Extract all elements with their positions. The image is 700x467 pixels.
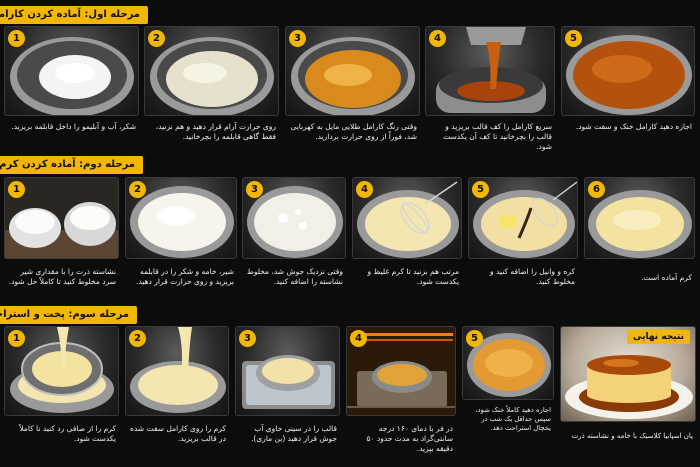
s3-step1: 1 کرم را از صافی رد کنید تا کاملاً یکدست… xyxy=(4,326,119,464)
step-number-badge: 5 xyxy=(472,181,489,198)
s3-step3: 3 قالب را در سینی حاوی آب جوش قرار دهید … xyxy=(235,326,340,464)
step-number-badge: 3 xyxy=(289,30,306,47)
step-number-badge: 2 xyxy=(129,330,146,347)
s2-step5: 5 کره و وانیل را اضافه کنید و مخلوط کنید… xyxy=(468,177,578,302)
step-caption: در فر با دمای ۱۶۰ درجه سانتی‌گراد به مدت… xyxy=(366,424,453,453)
s2-step3: 3 وقتی نزدیک جوش شد، مخلوط نشاسته را اضا… xyxy=(242,177,346,302)
step-caption: شکر، آب و آبلیمو را داخل قابلمه بریزید. xyxy=(11,122,136,131)
s1-step4: 4 سریع کارامل را کف قالب بریزید و قالب ر… xyxy=(425,26,555,151)
step-caption: شیر، خامه و شکر را در قابلمه بریزید و رو… xyxy=(136,267,234,286)
step-number-badge: 1 xyxy=(8,181,25,198)
step-caption: اجازه دهید کارامل خنک و سفت شود. xyxy=(575,122,692,131)
step-number-badge: 2 xyxy=(148,30,165,47)
step-caption: روی حرارت آرام قرار دهید و هم نزنید، فقط… xyxy=(155,122,276,141)
step-number-badge: 5 xyxy=(466,330,483,347)
step-number-badge: 4 xyxy=(356,181,373,198)
s1-step2: 2 روی حرارت آرام قرار دهید و هم نزنید، ف… xyxy=(144,26,279,148)
step-number-badge: 3 xyxy=(239,330,256,347)
section1-title: مرحله اول: آماده کردن کارامل xyxy=(0,6,148,24)
step-caption: کرم را از صافی رد کنید تا کاملاً یکدست ش… xyxy=(19,424,116,443)
step-caption: سریع کارامل را کف قالب بریزید و قالب را … xyxy=(443,122,552,151)
step-caption: کرم را روی کارامل سفت شده در قالب بریزید… xyxy=(130,424,226,443)
step-caption: وقتی نزدیک جوش شد، مخلوط نشاسته را اضافه… xyxy=(246,267,343,286)
final-result: نتیجه نهایی پان اسپانیا کلاسیک با خامه و… xyxy=(560,326,696,464)
s1-step1: 1 شکر، آب و آبلیمو را داخل قابلمه بریزید… xyxy=(4,26,139,148)
s2-step4: 4 مرتب هم بزنید تا کرم غلیظ و یکدست شود. xyxy=(352,177,462,302)
step-number-badge: 1 xyxy=(8,30,25,47)
step-number-badge: 4 xyxy=(429,30,446,47)
step-caption: مرتب هم بزنید تا کرم غلیظ و یکدست شود. xyxy=(367,267,459,286)
s1-step3: 3 وقتی رنگ کارامل طلایی مایل به کهربایی … xyxy=(285,26,420,148)
s3-step5: 5 اجازه دهید کاملاً خنک شود، سپس حداقل ی… xyxy=(462,326,554,464)
step-caption: قالب را در سینی حاوی آب جوش قرار دهید (ب… xyxy=(251,424,337,443)
section3-title: مرحله سوم: پخت و استراحت xyxy=(0,306,137,324)
s3-step4: 4 در فر با دمای ۱۶۰ درجه سانتی‌گراد به م… xyxy=(346,326,456,464)
s3-step2: 2 کرم را روی کارامل سفت شده در قالب بریز… xyxy=(125,326,229,464)
step-caption: وقتی رنگ کارامل طلایی مایل به کهربایی شد… xyxy=(290,122,417,141)
final-result-label: نتیجه نهایی xyxy=(627,330,690,344)
step-caption: نشاسته ذرت را با مقداری شیر سرد مخلوط کن… xyxy=(8,267,116,286)
step-number-badge: 6 xyxy=(588,181,605,198)
step-caption: اجازه دهید کاملاً خنک شود، سپس حداقل یک … xyxy=(475,406,551,432)
step-number-badge: 4 xyxy=(350,330,367,347)
s1-step5: 5 اجازه دهید کارامل خنک و سفت شود. xyxy=(561,26,695,148)
s2-step1: 1 نشاسته ذرت را با مقداری شیر سرد مخلوط … xyxy=(4,177,119,302)
step-number-badge: 3 xyxy=(246,181,263,198)
s2-step2: 2 شیر، خامه و شکر را در قابلمه بریزید و … xyxy=(125,177,237,302)
final-result-caption: پان اسپانیا کلاسیک با خامه و نشاسته ذرت xyxy=(571,432,693,440)
step-caption: کره و وانیل را اضافه کنید و مخلوط کنید. xyxy=(489,267,575,286)
step-caption: کرم آماده است. xyxy=(641,273,692,282)
step-number-badge: 2 xyxy=(129,181,146,198)
section2-title: مرحله دوم: آماده کردن کرم xyxy=(0,156,143,174)
step-number-badge: 5 xyxy=(565,30,582,47)
step-number-badge: 1 xyxy=(8,330,25,347)
s2-step6: 6 کرم آماده است. xyxy=(584,177,695,302)
